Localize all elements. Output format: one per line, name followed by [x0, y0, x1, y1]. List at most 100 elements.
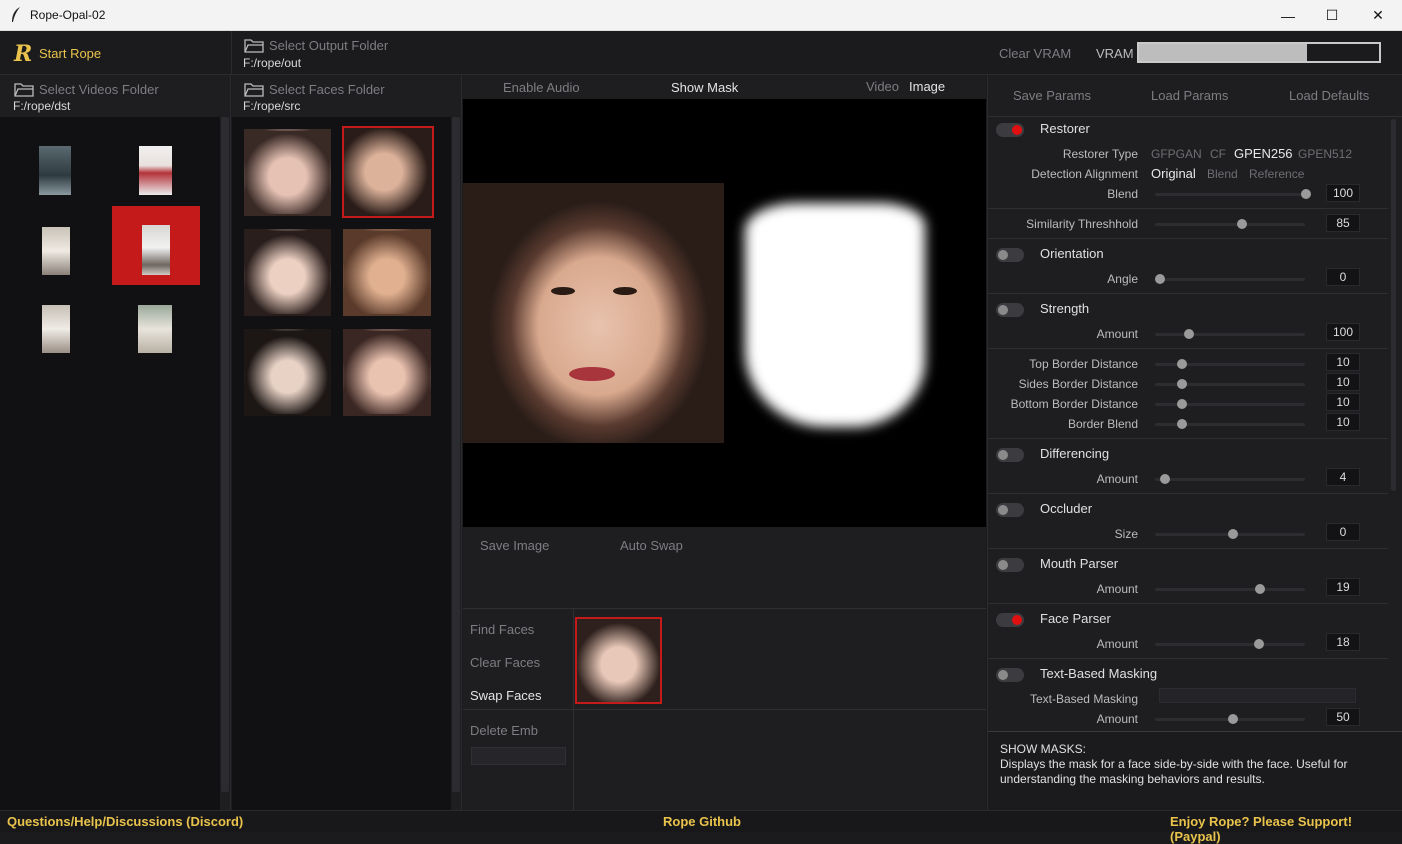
differencing-slider[interactable] [1155, 474, 1305, 484]
slider-knob[interactable] [1155, 274, 1165, 284]
video-mode-button[interactable]: Video [866, 79, 899, 94]
minimize-button[interactable]: — [1265, 0, 1311, 31]
image-mode-button[interactable]: Image [909, 79, 945, 94]
face-parser-slider[interactable] [1155, 639, 1305, 649]
occluder-toggle[interactable] [996, 503, 1024, 517]
video-thumbnail[interactable] [42, 305, 70, 353]
border-blend-slider[interactable] [1155, 419, 1305, 429]
restorer-type-gpen256[interactable]: GPEN256 [1234, 146, 1293, 161]
sides-border-value[interactable]: 10 [1326, 373, 1360, 391]
angle-value[interactable]: 0 [1326, 268, 1360, 286]
top-border-slider[interactable] [1155, 359, 1305, 369]
select-videos-folder-button[interactable]: Select Videos Folder [39, 82, 159, 97]
border-blend-value[interactable]: 10 [1326, 413, 1360, 431]
alignment-original[interactable]: Original [1151, 166, 1196, 181]
similarity-value[interactable]: 85 [1326, 214, 1360, 232]
video-thumbnail[interactable] [39, 146, 71, 195]
bottom-border-value[interactable]: 10 [1326, 393, 1360, 411]
slider-knob[interactable] [1301, 189, 1311, 199]
restorer-type-gfpgan[interactable]: GFPGAN [1151, 147, 1202, 161]
text-masking-toggle[interactable] [996, 668, 1024, 682]
top-border-value[interactable]: 10 [1326, 353, 1360, 371]
source-face[interactable] [244, 329, 331, 416]
slider-knob[interactable] [1228, 714, 1238, 724]
source-face[interactable] [343, 229, 431, 316]
strength-value[interactable]: 100 [1326, 323, 1360, 341]
video-thumbnail[interactable] [138, 305, 172, 353]
video-thumbnail[interactable] [42, 227, 70, 275]
github-link[interactable]: Rope Github [663, 814, 741, 829]
select-output-folder-button[interactable]: Select Output Folder [269, 38, 388, 53]
clear-faces-button[interactable]: Clear Faces [470, 655, 540, 670]
alignment-reference[interactable]: Reference [1249, 167, 1304, 181]
restorer-type-gpen512[interactable]: GPEN512 [1298, 147, 1352, 161]
video-thumbnail-selected[interactable] [112, 206, 200, 285]
face-parser-value[interactable]: 18 [1326, 633, 1360, 651]
slider-knob[interactable] [1237, 219, 1247, 229]
show-mask-button[interactable]: Show Mask [671, 80, 738, 95]
angle-slider[interactable] [1155, 274, 1305, 284]
orientation-toggle[interactable] [996, 248, 1024, 262]
divider [988, 438, 1388, 439]
strength-toggle[interactable] [996, 303, 1024, 317]
maximize-button[interactable]: ☐ [1309, 0, 1355, 31]
close-button[interactable]: ✕ [1355, 0, 1401, 31]
embedding-name-input[interactable] [471, 747, 566, 765]
video-thumbnail[interactable] [139, 146, 172, 195]
load-params-button[interactable]: Load Params [1151, 88, 1228, 103]
save-params-button[interactable]: Save Params [1013, 88, 1091, 103]
mouth-parser-toggle[interactable] [996, 558, 1024, 572]
find-faces-button[interactable]: Find Faces [470, 622, 534, 637]
slider-knob[interactable] [1177, 359, 1187, 369]
source-face[interactable] [343, 329, 431, 416]
divider [988, 238, 1388, 239]
slider-knob[interactable] [1184, 329, 1194, 339]
source-face[interactable] [244, 129, 331, 216]
text-masking-value[interactable]: 50 [1326, 708, 1360, 726]
similarity-slider[interactable] [1155, 219, 1305, 229]
slider-knob[interactable] [1254, 639, 1264, 649]
slider-knob[interactable] [1177, 399, 1187, 409]
source-face-selected[interactable] [342, 126, 434, 218]
source-face[interactable] [244, 229, 331, 316]
slider-knob[interactable] [1177, 419, 1187, 429]
restorer-type-cf[interactable]: CF [1210, 147, 1226, 161]
occluder-slider[interactable] [1155, 529, 1305, 539]
mouth-slider[interactable] [1155, 584, 1305, 594]
differencing-toggle[interactable] [996, 448, 1024, 462]
discord-link[interactable]: Questions/Help/Discussions (Discord) [7, 814, 243, 829]
slider-knob[interactable] [1255, 584, 1265, 594]
occluder-value[interactable]: 0 [1326, 523, 1360, 541]
auto-swap-button[interactable]: Auto Swap [620, 538, 683, 553]
text-masking-slider[interactable] [1155, 714, 1305, 724]
bottom-border-slider[interactable] [1155, 399, 1305, 409]
start-rope-button[interactable]: Start Rope [39, 46, 101, 61]
slider-knob[interactable] [1228, 529, 1238, 539]
alignment-blend[interactable]: Blend [1207, 167, 1238, 181]
videos-scrollbar[interactable] [221, 117, 229, 792]
differencing-value[interactable]: 4 [1326, 468, 1360, 486]
save-image-button[interactable]: Save Image [480, 538, 549, 553]
restorer-toggle[interactable] [996, 123, 1024, 137]
mouth-value[interactable]: 19 [1326, 578, 1360, 596]
strength-slider[interactable] [1155, 329, 1305, 339]
slider-knob[interactable] [1160, 474, 1170, 484]
load-defaults-button[interactable]: Load Defaults [1289, 88, 1369, 103]
target-face-selected[interactable] [575, 617, 662, 704]
text-masking-input[interactable] [1159, 688, 1356, 703]
similarity-label: Similarity Threshhold [1026, 217, 1138, 231]
blend-slider[interactable] [1155, 189, 1311, 199]
swap-faces-button[interactable]: Swap Faces [470, 688, 542, 703]
faces-scrollbar[interactable] [452, 117, 460, 792]
select-faces-folder-button[interactable]: Select Faces Folder [269, 82, 385, 97]
slider-knob[interactable] [1177, 379, 1187, 389]
enable-audio-button[interactable]: Enable Audio [503, 80, 580, 95]
sides-border-slider[interactable] [1155, 379, 1305, 389]
blend-value[interactable]: 100 [1326, 184, 1360, 202]
face-parser-toggle[interactable] [996, 613, 1024, 627]
paypal-link[interactable]: Enjoy Rope? Please Support! (Paypal) [1170, 814, 1402, 844]
clear-vram-button[interactable]: Clear VRAM [999, 46, 1071, 61]
delete-emb-button[interactable]: Delete Emb [470, 723, 538, 738]
params-scrollbar[interactable] [1391, 119, 1396, 491]
image-viewer[interactable] [463, 99, 986, 527]
